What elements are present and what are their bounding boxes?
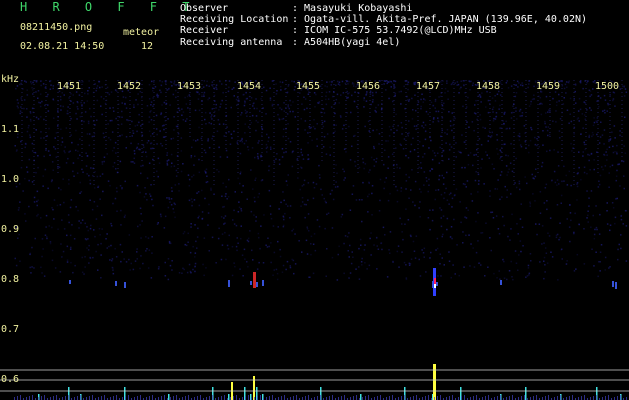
x-tick-label: 1456 — [356, 81, 380, 92]
y-tick-label: 1.1 — [1, 124, 19, 135]
y-tick-label: 1.0 — [1, 174, 19, 185]
x-tick-label: 1455 — [296, 81, 320, 92]
x-tick-label: 1500 — [595, 81, 619, 92]
y-tick-label: 0.8 — [1, 274, 19, 285]
x-tick-label: 1451 — [57, 81, 81, 92]
meteor-echoes — [69, 268, 617, 296]
x-tick-label: 1454 — [237, 81, 261, 92]
x-tick-label: 1453 — [177, 81, 201, 92]
x-tick-label: 1452 — [117, 81, 141, 92]
y-tick-label: 0.9 — [1, 224, 19, 235]
y-tick-label: 0.7 — [1, 324, 19, 335]
x-tick-label: 1457 — [416, 81, 440, 92]
time-tick-marks — [21, 80, 623, 188]
y-tick-label: 0.6 — [1, 374, 19, 385]
signal-bars — [14, 364, 627, 400]
x-tick-label: 1459 — [536, 81, 560, 92]
spectrogram-display: kHz 1.1 1.0 0.9 0.8 0.7 0.6 1451 1452 14… — [0, 74, 629, 400]
noise-field — [14, 80, 628, 281]
x-tick-label: 1458 — [476, 81, 500, 92]
y-unit-label: kHz — [1, 74, 19, 85]
